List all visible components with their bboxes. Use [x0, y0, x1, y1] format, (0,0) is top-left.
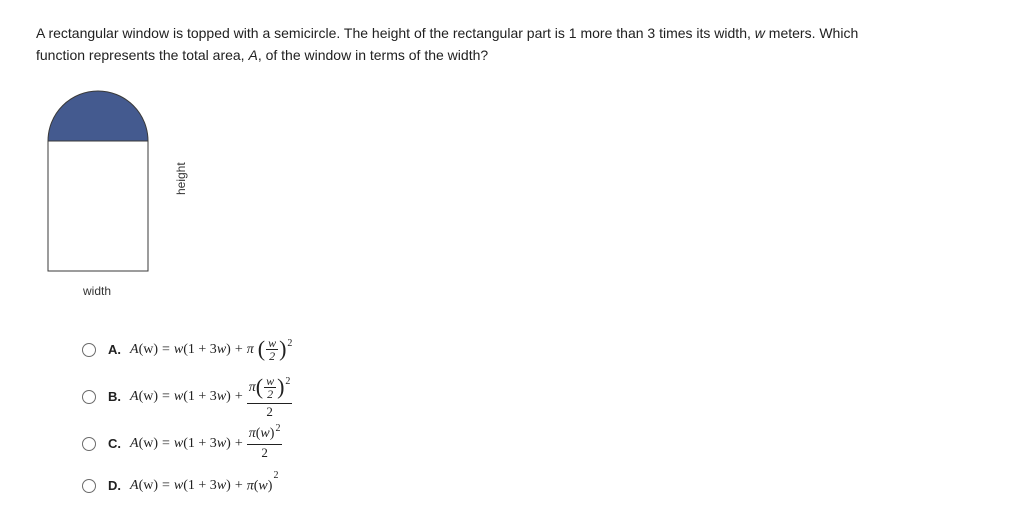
choice-letter-b: B. [108, 389, 130, 404]
choice-a[interactable]: A. A(w) = w(1 + 3w) + π ( w2 ) 2 [82, 333, 978, 367]
radio-icon[interactable] [82, 343, 96, 357]
choice-letter-a: A. [108, 342, 130, 357]
question-line1b: meters. Which [765, 25, 858, 41]
formula-c: A(w) = w(1 + 3w) + π(w)2 2 [130, 427, 282, 459]
question-text: A rectangular window is topped with a se… [36, 22, 978, 67]
choice-d[interactable]: D. A(w) = w(1 + 3w) + π(w)2 [82, 469, 978, 503]
height-label: height [174, 162, 188, 195]
choice-letter-d: D. [108, 478, 130, 493]
question-line1a: A rectangular window is topped with a se… [36, 25, 755, 41]
radio-icon[interactable] [82, 437, 96, 451]
variable-w: w [755, 25, 765, 41]
choice-c[interactable]: C. A(w) = w(1 + 3w) + π(w)2 2 [82, 427, 978, 461]
choice-b[interactable]: B. A(w) = w(1 + 3w) + π ( w2 ) 2 2 [82, 375, 978, 419]
choice-letter-c: C. [108, 436, 130, 451]
radio-icon[interactable] [82, 479, 96, 493]
choices-group: A. A(w) = w(1 + 3w) + π ( w2 ) 2 B. A(w)… [82, 333, 978, 503]
formula-a: A(w) = w(1 + 3w) + π ( w2 ) 2 [130, 337, 292, 363]
window-shape-icon [42, 85, 172, 280]
formula-b: A(w) = w(1 + 3w) + π ( w2 ) 2 2 [130, 375, 292, 419]
question-line2b: , of the window in terms of the width? [258, 47, 488, 63]
radio-icon[interactable] [82, 390, 96, 404]
variable-A: A [248, 47, 257, 63]
question-line2a: function represents the total area, [36, 47, 248, 63]
window-figure: height width [42, 85, 202, 305]
width-label: width [42, 284, 152, 298]
formula-d: A(w) = w(1 + 3w) + π(w)2 [130, 476, 278, 495]
